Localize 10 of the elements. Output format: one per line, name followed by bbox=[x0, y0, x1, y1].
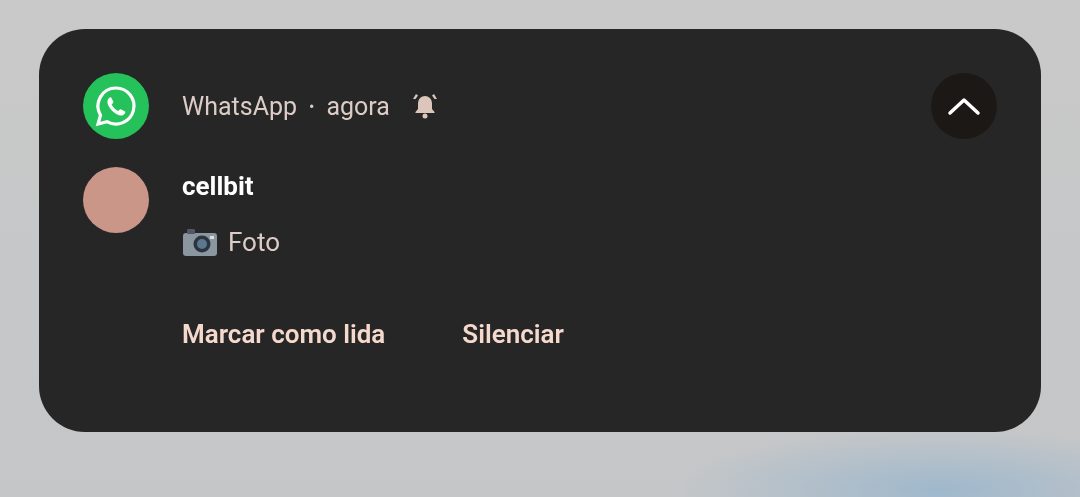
separator-dot: • bbox=[309, 96, 315, 116]
chat-app-icon bbox=[83, 73, 149, 139]
action-link[interactable]: Silenciar bbox=[462, 319, 564, 349]
timestamp: agora bbox=[326, 91, 390, 121]
action-link[interactable]: Marcar como lida bbox=[182, 319, 386, 349]
message-text: Foto bbox=[228, 227, 280, 257]
camera-icon bbox=[182, 227, 218, 257]
chevron-up-icon bbox=[947, 96, 981, 116]
sender-name: cellbit bbox=[182, 171, 255, 201]
app-name: WhatsApp bbox=[182, 91, 297, 121]
